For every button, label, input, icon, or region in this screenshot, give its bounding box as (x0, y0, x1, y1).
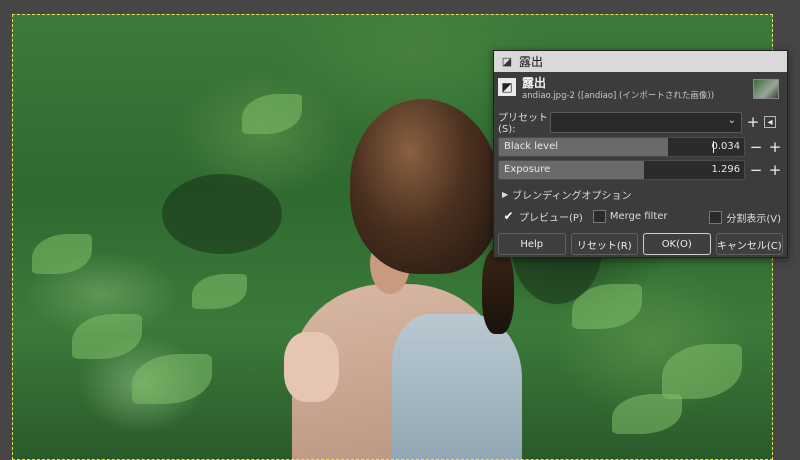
exposure-dialog: ◪ 露出 ◩ 露出 andiao.jpg-2 ([andiao] (インポートさ… (493, 50, 788, 258)
blending-options-expander[interactable]: ▶ ブレンディングオプション (494, 185, 787, 203)
plus-icon: + (746, 113, 760, 131)
split-view-checkbox[interactable] (709, 211, 723, 224)
preview-checkbox[interactable]: ✔ (502, 209, 515, 223)
blending-options-label: ブレンディングオプション (512, 190, 632, 202)
ok-button[interactable]: OK(O) (643, 233, 711, 255)
minus-icon: − (749, 161, 763, 179)
slider-value: 0.034 (711, 141, 741, 152)
leaf (72, 314, 142, 359)
add-preset-button[interactable]: + (745, 113, 761, 131)
manage-presets-button[interactable]: ◂ (764, 116, 776, 128)
help-button[interactable]: Help (498, 233, 566, 255)
preset-label: プリセット(S): (498, 113, 548, 135)
split-view-label[interactable]: 分割表示(V) (726, 210, 781, 225)
exposure-slider[interactable]: Exposure 1.296 (498, 160, 746, 180)
exposure-decrease-button[interactable]: − (748, 161, 764, 179)
button-row: Help リセット(R) OK(O) キャンセル(C) (494, 233, 787, 255)
menu-triangle-icon: ◂ (767, 116, 773, 128)
minus-icon: − (749, 138, 763, 156)
plus-icon: + (768, 161, 782, 179)
chevron-right-icon: ▶ (502, 189, 509, 199)
leaf (32, 234, 92, 274)
chevron-down-icon: ⌄ (727, 114, 736, 126)
black-level-row: Black level 0.034 − + (494, 137, 787, 157)
black-level-decrease-button[interactable]: − (748, 138, 764, 156)
dialog-title: 露出 (519, 55, 544, 69)
merge-filter-checkbox[interactable] (592, 209, 606, 223)
plus-icon: + (768, 138, 782, 156)
slider-label: Exposure (504, 164, 551, 175)
dialog-titlebar[interactable]: ◪ 露出 (494, 51, 787, 72)
exposure-filter-icon: ◪ (501, 55, 513, 68)
girl-hair (350, 99, 500, 274)
girl-overalls (392, 314, 522, 460)
filter-name: 露出 (522, 76, 547, 90)
slider-value: 1.296 (711, 164, 741, 175)
image-name: andiao.jpg-2 ([andiao] (インポートされた画像)) (522, 91, 715, 101)
girl-hand (284, 332, 339, 402)
preset-dropdown[interactable]: ⌄ (550, 111, 742, 133)
merge-filter-label[interactable]: Merge filter (610, 211, 668, 222)
cancel-button[interactable]: キャンセル(C) (715, 233, 783, 255)
girl-braid (482, 249, 514, 334)
leaf (662, 344, 742, 399)
leaf (242, 94, 302, 134)
options-row: ✔ プレビュー(P) Merge filter 分割表示(V) (494, 205, 787, 227)
leaf (612, 394, 682, 434)
exposure-filter-icon: ◩ (498, 78, 516, 96)
preview-label[interactable]: プレビュー(P) (519, 209, 583, 224)
slider-label: Black level (504, 141, 559, 152)
exposure-increase-button[interactable]: + (767, 161, 783, 179)
image-thumbnail (753, 79, 779, 99)
checkmark-icon: ✔ (503, 209, 514, 223)
leaf (132, 354, 212, 404)
reset-button[interactable]: リセット(R) (570, 233, 638, 255)
exposure-row: Exposure 1.296 − + (494, 160, 787, 180)
black-level-increase-button[interactable]: + (767, 138, 783, 156)
leaf (192, 274, 247, 309)
shadow (162, 174, 282, 254)
preset-row: プリセット(S): ⌄ + ◂ (494, 110, 787, 135)
black-level-slider[interactable]: Black level 0.034 (498, 137, 746, 157)
filter-header: ◩ 露出 andiao.jpg-2 ([andiao] (インポートされた画像)… (494, 72, 787, 108)
